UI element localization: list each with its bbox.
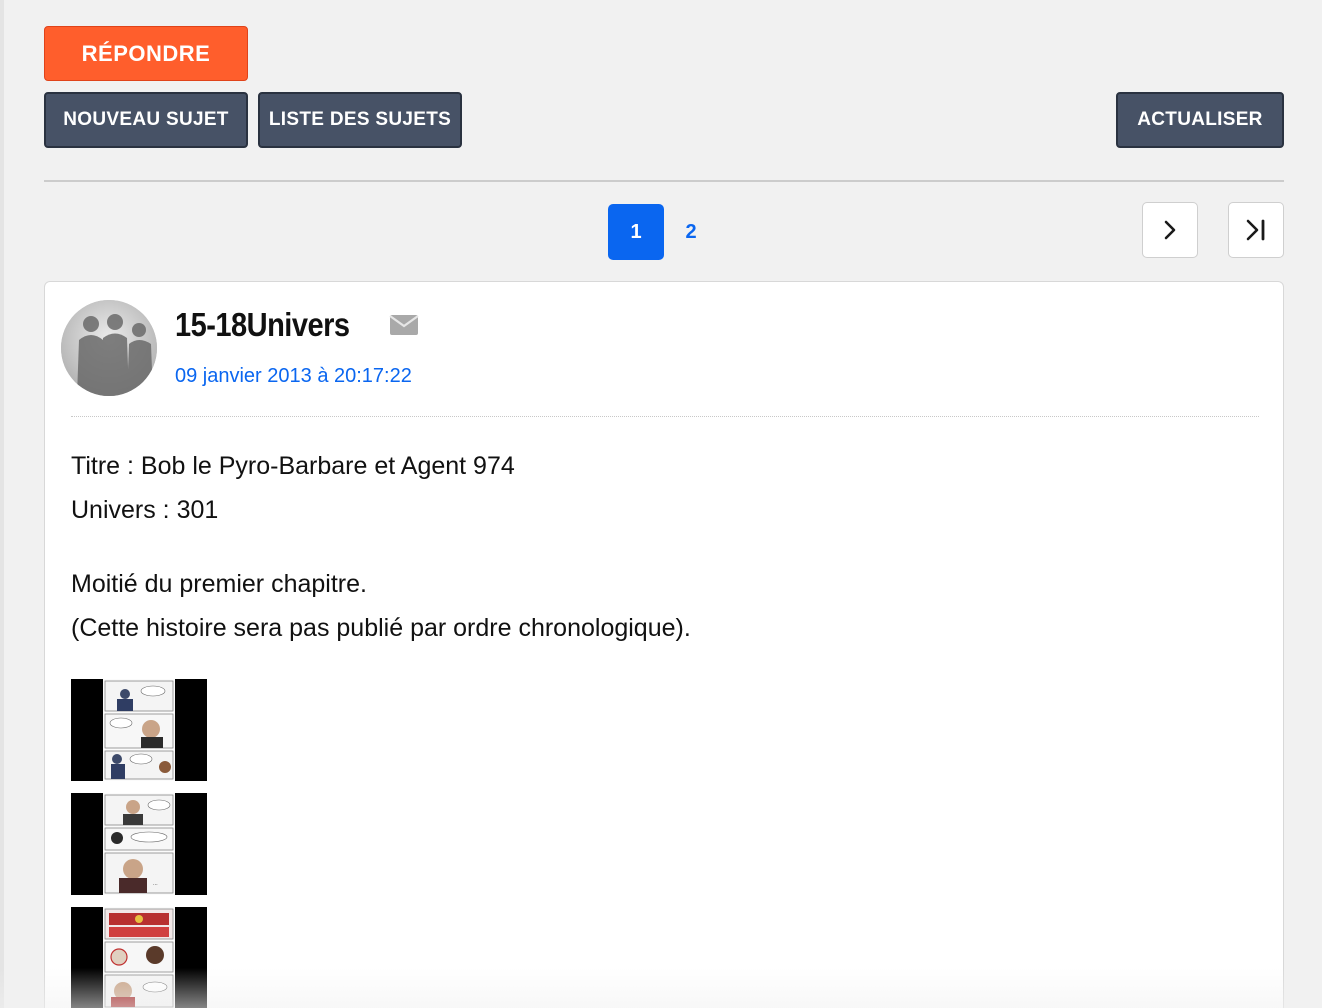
post-line-chapter: Moitié du premier chapitre. (71, 570, 367, 598)
comic-page-image: ... (103, 793, 175, 895)
comic-page-image (103, 907, 175, 1008)
next-page-button[interactable] (1142, 202, 1198, 258)
comic-thumbnail-1[interactable] (71, 679, 207, 781)
post-body: Titre : Bob le Pyro-Barbare et Agent 974… (71, 444, 691, 650)
toolbar-divider (44, 180, 1284, 182)
pagination-page-current[interactable]: 1 (608, 204, 664, 260)
avatar[interactable] (61, 300, 157, 396)
last-page-button[interactable] (1228, 202, 1284, 258)
post-line-universe: Univers : 301 (71, 496, 219, 524)
post-line-title: Titre : Bob le Pyro-Barbare et Agent 974 (71, 452, 515, 480)
chevron-right-icon (1164, 220, 1176, 240)
post-header-separator (71, 416, 1259, 417)
skip-to-last-icon (1246, 219, 1265, 241)
pagination-page-link[interactable]: 2 (670, 204, 712, 260)
post-line-note: (Cette histoire sera pas publié par ordr… (71, 614, 691, 642)
envelope-icon[interactable] (389, 314, 419, 336)
svg-text:...: ... (153, 881, 158, 887)
avatar-image (61, 300, 157, 396)
refresh-button[interactable]: ACTUALISER (1116, 92, 1284, 148)
topic-list-button[interactable]: LISTE DES SUJETS (258, 92, 462, 148)
comic-page-image (103, 679, 175, 781)
comic-thumbnail-2[interactable]: ... (71, 793, 207, 895)
post-author[interactable]: 15-18Univers (175, 306, 350, 344)
comic-thumbnail-3[interactable] (71, 907, 207, 1008)
page-left-edge (0, 0, 4, 1008)
forum-post: 15-18Univers 09 janvier 2013 à 20:17:22 … (44, 281, 1284, 1008)
new-topic-button[interactable]: NOUVEAU SUJET (44, 92, 248, 148)
post-date[interactable]: 09 janvier 2013 à 20:17:22 (175, 365, 412, 388)
reply-button[interactable]: RÉPONDRE (44, 26, 248, 81)
